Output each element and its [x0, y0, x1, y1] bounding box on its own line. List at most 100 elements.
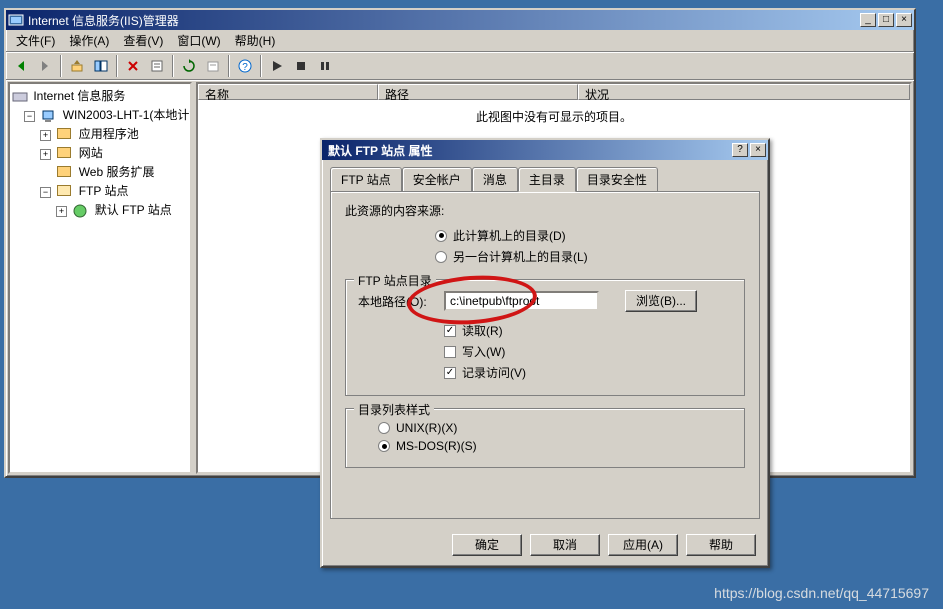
menu-view[interactable]: 查看(V) — [117, 30, 169, 51]
toolbar: ? — [6, 52, 914, 80]
play-button[interactable] — [266, 55, 288, 77]
radio-icon — [378, 422, 390, 434]
refresh-button[interactable] — [178, 55, 200, 77]
check-write-label: 写入(W) — [462, 343, 505, 360]
empty-message: 此视图中没有可显示的项目。 — [476, 110, 632, 124]
help-icon[interactable]: ? — [234, 55, 256, 77]
check-read-label: 读取(R) — [462, 322, 503, 339]
list-header: 名称 路径 状况 — [196, 82, 912, 100]
watermark: https://blog.csdn.net/qq_44715697 — [714, 585, 929, 601]
tree-root-label: Internet 信息服务 — [33, 89, 125, 103]
radio-remote-label: 另一台计算机上的目录(L) — [453, 248, 588, 265]
tree-root[interactable]: Internet 信息服务 — [12, 86, 188, 105]
checkbox-icon: ✓ — [444, 367, 456, 379]
group-legend: FTP 站点目录 — [354, 272, 436, 289]
expand-icon[interactable]: − — [24, 111, 35, 122]
menubar: 文件(F) 操作(A) 查看(V) 窗口(W) 帮助(H) — [6, 30, 914, 52]
app-icon — [8, 12, 24, 28]
check-log-label: 记录访问(V) — [462, 364, 526, 381]
check-read[interactable]: ✓ 读取(R) — [444, 320, 732, 341]
ok-button[interactable]: 确定 — [452, 534, 522, 556]
tree-app-pools[interactable]: + 应用程序池 — [12, 124, 188, 143]
menu-window[interactable]: 窗口(W) — [171, 30, 226, 51]
dialog-titlebar[interactable]: 默认 FTP 站点 属性 ? × — [322, 140, 768, 160]
tree-default-ftp-label: 默认 FTP 站点 — [95, 203, 172, 217]
tree-ftp-sites[interactable]: − FTP 站点 — [12, 181, 188, 200]
tree-sites-label: 网站 — [79, 146, 103, 160]
show-panel-button[interactable] — [90, 55, 112, 77]
menu-help[interactable]: 帮助(H) — [229, 30, 282, 51]
menu-file[interactable]: 文件(F) — [10, 30, 61, 51]
apply-button[interactable]: 应用(A) — [608, 534, 678, 556]
window-title: Internet 信息服务(IIS)管理器 — [28, 12, 860, 29]
check-log[interactable]: ✓ 记录访问(V) — [444, 362, 732, 383]
checkbox-icon — [444, 346, 456, 358]
radio-remote-dir[interactable]: 另一台计算机上的目录(L) — [435, 246, 745, 267]
radio-msdos[interactable]: MS-DOS(R)(S) — [378, 437, 732, 455]
radio-msdos-label: MS-DOS(R)(S) — [396, 439, 477, 453]
stop-button[interactable] — [290, 55, 312, 77]
cancel-button[interactable]: 取消 — [530, 534, 600, 556]
dialog-title: 默认 FTP 站点 属性 — [324, 142, 732, 159]
ftp-properties-dialog: 默认 FTP 站点 属性 ? × FTP 站点 安全帐户 消息 主目录 目录安全… — [320, 138, 770, 568]
checkbox-icon: ✓ — [444, 325, 456, 337]
col-path[interactable]: 路径 — [378, 84, 578, 100]
svg-text:?: ? — [242, 62, 248, 73]
tabstrip: FTP 站点 安全帐户 消息 主目录 目录安全性 — [322, 160, 768, 191]
export-button[interactable] — [202, 55, 224, 77]
local-path-input[interactable]: c:\inetpub\ftproot — [444, 291, 599, 311]
col-status[interactable]: 状况 — [578, 84, 910, 100]
radio-icon — [435, 251, 447, 263]
tree-web-ext-label: Web 服务扩展 — [79, 165, 155, 179]
tree-panel[interactable]: Internet 信息服务 − WIN2003-LHT-1(本地计算机) + 应… — [8, 82, 192, 474]
folder-icon — [57, 166, 73, 180]
radio-icon — [378, 440, 390, 452]
minimize-button[interactable]: _ — [860, 13, 876, 27]
content-source-label: 此资源的内容来源: — [345, 202, 745, 219]
tree-sites[interactable]: + 网站 — [12, 143, 188, 162]
globe-icon — [73, 204, 89, 218]
radio-local-dir[interactable]: 此计算机上的目录(D) — [435, 225, 745, 246]
tab-ftp-site[interactable]: FTP 站点 — [330, 167, 402, 192]
expand-icon[interactable]: + — [56, 206, 67, 217]
tab-home-directory[interactable]: 主目录 — [518, 167, 576, 192]
main-titlebar[interactable]: Internet 信息服务(IIS)管理器 _ □ × — [6, 10, 914, 30]
help-button[interactable]: 帮助 — [686, 534, 756, 556]
tree-default-ftp[interactable]: + 默认 FTP 站点 — [12, 200, 188, 219]
tab-messages[interactable]: 消息 — [472, 167, 518, 192]
pause-button[interactable] — [314, 55, 336, 77]
properties-button[interactable] — [146, 55, 168, 77]
radio-unix-label: UNIX(R)(X) — [396, 421, 457, 435]
back-button[interactable] — [10, 55, 32, 77]
menu-action[interactable]: 操作(A) — [63, 30, 115, 51]
forward-button[interactable] — [34, 55, 56, 77]
tab-security-accounts[interactable]: 安全帐户 — [402, 167, 472, 192]
tree-web-ext[interactable]: Web 服务扩展 — [12, 162, 188, 181]
folder-icon — [57, 128, 73, 142]
local-path-label: 本地路径(O): — [358, 293, 438, 310]
tab-body: 此资源的内容来源: 此计算机上的目录(D) 另一台计算机上的目录(L) FTP … — [330, 191, 760, 519]
group-ftp-directory: FTP 站点目录 本地路径(O): c:\inetpub\ftproot 浏览(… — [345, 279, 745, 396]
tree-server[interactable]: − WIN2003-LHT-1(本地计算机) — [12, 105, 188, 124]
maximize-button[interactable]: □ — [878, 13, 894, 27]
folder-icon — [57, 147, 73, 161]
radio-local-label: 此计算机上的目录(D) — [453, 227, 566, 244]
dialog-footer: 确定 取消 应用(A) 帮助 — [452, 534, 756, 556]
help-button[interactable]: ? — [732, 143, 748, 157]
tree-ftp-sites-label: FTP 站点 — [79, 184, 129, 198]
check-write[interactable]: 写入(W) — [444, 341, 732, 362]
close-button[interactable]: × — [896, 13, 912, 27]
expand-icon[interactable]: − — [40, 187, 51, 198]
server-icon — [12, 90, 28, 104]
col-name[interactable]: 名称 — [198, 84, 378, 100]
browse-button[interactable]: 浏览(B)... — [625, 290, 697, 312]
up-button[interactable] — [66, 55, 88, 77]
tree-server-label: WIN2003-LHT-1(本地计算机) — [63, 108, 192, 122]
tree-app-pools-label: 应用程序池 — [79, 127, 139, 141]
dialog-close-button[interactable]: × — [750, 143, 766, 157]
radio-unix[interactable]: UNIX(R)(X) — [378, 419, 732, 437]
expand-icon[interactable]: + — [40, 149, 51, 160]
expand-icon[interactable]: + — [40, 130, 51, 141]
delete-button[interactable] — [122, 55, 144, 77]
tab-dir-security[interactable]: 目录安全性 — [576, 167, 658, 192]
